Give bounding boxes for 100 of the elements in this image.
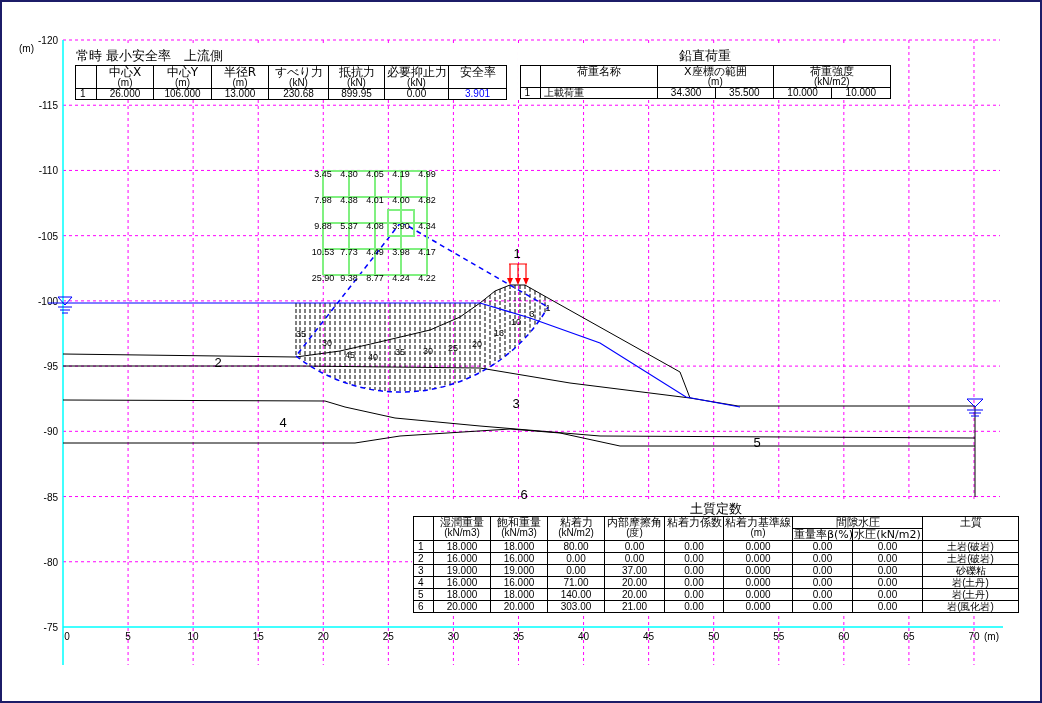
unit-label: (kN) xyxy=(347,78,366,88)
table-cell: 0.00 xyxy=(792,540,853,553)
x-axis-label: 15 xyxy=(252,631,264,642)
column-header: 粘着力基準線 xyxy=(725,517,791,528)
safety-factor-label: 4.38 xyxy=(340,195,358,205)
unit-label: (m) xyxy=(707,77,724,87)
table-cell: 18.000 xyxy=(490,588,548,601)
y-axis-label: -85 xyxy=(43,491,58,503)
column-header: 粘着力係数 xyxy=(666,517,722,528)
safety-factor-label: 4.82 xyxy=(418,195,436,205)
table-cell: 0.00 xyxy=(604,540,665,553)
table-cell: 10.000 xyxy=(831,87,890,99)
table-cell: 5 xyxy=(413,588,434,601)
table-cell: 0.000 xyxy=(723,552,793,565)
table-cell: 0.000 xyxy=(723,576,793,589)
column-header: 内部摩擦角 xyxy=(606,517,663,528)
layer-number-label: 3 xyxy=(512,396,520,411)
safety-factor-label: 4.17 xyxy=(418,247,436,257)
slice-number-label: 45 xyxy=(345,350,355,360)
table-cell: 0.000 xyxy=(723,588,793,601)
table-cell: 16.000 xyxy=(433,552,491,565)
table-cell: 0.00 xyxy=(664,564,724,577)
column-header: すべり力 xyxy=(273,66,324,78)
column-header: 飽和重量 xyxy=(496,517,542,528)
table-cell: 0.00 xyxy=(664,588,724,601)
slice-number-label: 3 xyxy=(529,309,535,319)
safety-factor-label: 4.05 xyxy=(366,169,384,179)
safety-factor-label: 4.00 xyxy=(392,195,410,205)
safety-factor-label: 4.24 xyxy=(392,273,410,283)
safety-factor-label: 4.22 xyxy=(418,273,436,283)
x-axis-label: 25 xyxy=(382,631,394,642)
table-cell: 4 xyxy=(413,576,434,589)
table-cell: 0.00 xyxy=(852,588,923,601)
table-cell: 21.00 xyxy=(604,600,665,613)
table-cell: 34.300 xyxy=(657,87,716,99)
x-axis-label: 40 xyxy=(578,631,590,642)
unit-label: (kN) xyxy=(289,78,308,88)
table-cell: 0.00 xyxy=(852,540,923,553)
slice-number-label: 40 xyxy=(368,352,378,362)
table-cell: 0.00 xyxy=(852,600,923,613)
table-title: 常時 最小安全率 上流側 xyxy=(76,47,224,65)
table-cell: 10.000 xyxy=(773,87,832,99)
water-level-icon xyxy=(57,296,73,314)
table-cell: 230.68 xyxy=(268,88,329,100)
y-axis-label: -120 xyxy=(38,35,58,46)
table-cell: 2 xyxy=(413,552,434,565)
column-header: 荷重名称 xyxy=(575,66,622,77)
safety-factor-label: 4.19 xyxy=(392,169,410,179)
table-cell: 0.00 xyxy=(664,600,724,613)
x-axis-label: 55 xyxy=(773,631,785,642)
column-header: 半径R xyxy=(222,66,258,78)
safety-factor-label: 3.45 xyxy=(314,169,332,179)
table-cell: 3.901 xyxy=(448,88,507,100)
safety-factor-label: 9.38 xyxy=(340,273,358,283)
safety-factor-label: 10.53 xyxy=(311,247,335,257)
table-cell: 岩(土丹) xyxy=(922,576,1019,589)
load-arrows-icon xyxy=(507,263,529,285)
slice-number-label: 10 xyxy=(511,317,521,327)
unit-label: (kN) xyxy=(407,78,427,88)
table-cell: 18.000 xyxy=(433,588,491,601)
slice-number-label: 30 xyxy=(423,346,433,356)
table-cell: 0.000 xyxy=(723,564,793,577)
table-cell: 0.00 xyxy=(792,588,853,601)
column-header: 中心X xyxy=(107,66,143,78)
column-header: 中心Y xyxy=(165,66,200,78)
safety-factor-label: 4.99 xyxy=(418,169,436,179)
unit-label: (m) xyxy=(117,78,133,88)
safety-factor-label: 4.34 xyxy=(418,221,436,231)
slice-number-label: 35 xyxy=(296,329,306,339)
table-cell: 岩(風化岩) xyxy=(922,600,1019,613)
x-axis-label: 0 xyxy=(64,631,70,642)
table-cell: 18.000 xyxy=(490,540,548,553)
table-cell: 140.00 xyxy=(547,588,605,601)
table-cell: 6 xyxy=(413,600,434,613)
column-header: 必要抑止力 xyxy=(386,66,447,78)
table-cell: 16.000 xyxy=(490,552,548,565)
x-axis-label: 5 xyxy=(125,631,131,642)
table-cell: 20.000 xyxy=(433,600,491,613)
unit-label: (kN/m3) xyxy=(444,528,481,538)
slice-number-label: 30 xyxy=(322,338,332,348)
slice-number-label: 35 xyxy=(395,347,405,357)
safety-factor-label: 4.49 xyxy=(366,247,384,257)
table-cell: 16.000 xyxy=(433,576,491,589)
table-cell: 20.000 xyxy=(490,600,548,613)
x-axis-label: 45 xyxy=(643,631,655,642)
y-axis-label: -110 xyxy=(38,165,58,177)
table-cell: 上載荷重 xyxy=(540,87,657,99)
column-header: 重量率β(%) xyxy=(794,529,851,540)
unit-label: (m) xyxy=(174,78,190,88)
table-cell: 0.000 xyxy=(723,540,793,553)
column-header: 水圧(kN/m2) xyxy=(854,529,921,540)
table-cell: 土岩(破岩) xyxy=(922,540,1019,553)
y-axis-label: -90 xyxy=(43,426,58,438)
safety-factor-label: 25.90 xyxy=(311,273,335,283)
table-cell: 20.00 xyxy=(604,576,665,589)
column-header: 抵抗力 xyxy=(337,66,376,78)
table-cell: 0.00 xyxy=(664,576,724,589)
table-cell: 3 xyxy=(413,564,434,577)
slice-number-label: 13 xyxy=(494,328,504,338)
x-axis-label: 10 xyxy=(187,631,199,642)
